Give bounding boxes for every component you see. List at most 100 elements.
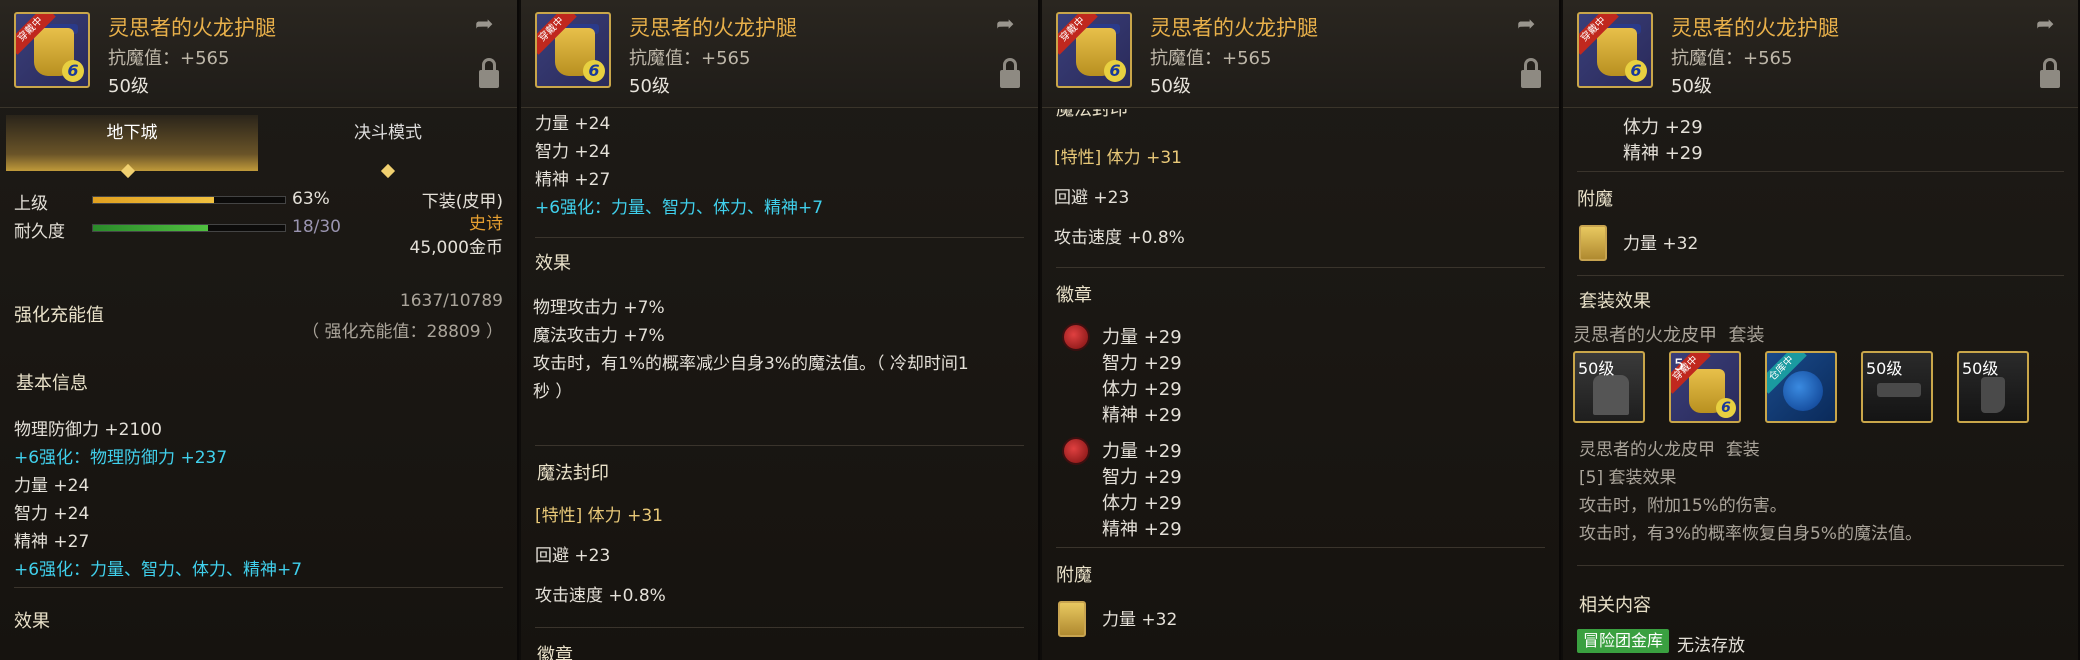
set-count: [5] 套装效果 [1579,468,1677,488]
charge-note: （ 强化充能值：28809 ） [302,322,503,342]
set-effect-line: 攻击时，附加15%的伤害。 [1579,496,1787,516]
stat-line: 力量 +24 [14,476,90,496]
tooltip-header: 穿戴中 6 灵思者的火龙护腿 抗魔值：+565 50级 ➦ [0,0,517,108]
set-name: 灵思者的火龙皮甲 套装 [1573,325,1765,346]
item-magic-resist: 抗魔值：+565 [1671,48,1793,69]
grade-label: 上级 [14,194,48,214]
effect-line: 物理攻击力 +7% [533,298,665,318]
emblem-stat: 智力 +29 [1102,467,1182,488]
stat-line: 精神 +27 [14,532,90,552]
item-name: 灵思者的火龙护腿 [1671,16,1839,40]
emblem-stat: 力量 +29 [1102,441,1182,462]
item-tooltip-panel-3: 穿戴中 6 灵思者的火龙护腿 抗魔值：+565 50级 ➦ 魔法封印 [特性] 体… [1042,0,1561,660]
emblem-stat: 体力 +29 [1102,493,1182,514]
item-level: 50级 [629,76,670,97]
tab-duel-mode[interactable]: 决斗模式 [262,115,514,171]
set-slot-legs-icon[interactable]: 穿戴中 5 6 [1669,351,1741,423]
enhance-6-icon: 6 [583,60,605,82]
divider [535,237,1024,238]
stat-line: 智力 +24 [535,142,611,162]
item-price: 45,000金币 [409,238,503,258]
tooltip-body: 魔法封印 [特性] 体力 +31 回避 +23 攻击速度 +0.8% 徽章 力量… [1042,109,1559,660]
emblem-title: 徽章 [537,645,573,660]
item-name: 灵思者的火龙护腿 [1150,16,1318,40]
effect-title: 效果 [535,253,571,274]
item-icon[interactable]: 穿戴中 6 [535,12,611,88]
adventure-vault-tag: 冒险团金库 [1577,629,1670,653]
emblem-stat: 精神 +29 [1102,519,1182,540]
divider [535,627,1024,628]
set-name: 灵思者的火龙皮甲 套装 [1579,440,1760,460]
seal-line: 攻击速度 +0.8% [535,586,666,606]
item-rarity: 史诗 [469,214,503,234]
item-icon[interactable]: 穿戴中 6 [1056,12,1132,88]
set-slot-top-icon[interactable]: 50级 [1573,351,1645,423]
lock-icon[interactable] [998,58,1022,88]
enhance-6-icon: 6 [1625,60,1647,82]
seal-line: [特性] 体力 +31 [1054,148,1182,168]
item-tooltip-panel-4: 穿戴中 6 灵思者的火龙护腿 抗魔值：+565 50级 ➦ 体力 +29 精神 +… [1563,0,2080,660]
tooltip-header: 穿戴中 6 灵思者的火龙护腿 抗魔值：+565 50级 ➦ [1042,0,1559,108]
share-icon[interactable]: ➦ [1517,14,1545,36]
effect-title: 效果 [14,611,50,632]
lock-icon[interactable] [1519,58,1543,88]
share-icon[interactable]: ➦ [996,14,1024,36]
red-emblem-icon[interactable] [1062,437,1090,465]
divider [1577,275,2064,276]
item-icon[interactable]: 穿戴中 6 [1577,12,1653,88]
item-level: 50级 [1150,76,1191,97]
enchant-card-icon[interactable] [1579,225,1607,261]
divider [535,445,1024,446]
charge-label: 强化充能值 [14,305,104,326]
effect-line: 魔法攻击力 +7% [533,326,665,346]
set-slot-belt-icon[interactable]: 50级 [1861,351,1933,423]
set-effect-line: 攻击时，有3%的概率恢复自身5%的魔法值。 [1579,524,1922,544]
emblem-title: 徽章 [1056,285,1092,306]
seal-title: 魔法封印 [1056,109,1128,120]
seal-line: 攻击速度 +0.8% [1054,228,1185,248]
item-magic-resist: 抗魔值：+565 [1150,48,1272,69]
charge-value: 1637/10789 [399,291,503,311]
stat-line: +6强化：力量、智力、体力、精神+7 [14,560,303,580]
item-magic-resist: 抗魔值：+565 [629,48,751,69]
enchant-line: 力量 +32 [1102,610,1178,630]
emblem-stat: 力量 +29 [1102,327,1182,348]
seal-line: 回避 +23 [535,546,611,566]
seal-line: 回避 +23 [1054,188,1130,208]
tooltip-body: 力量 +24 智力 +24 精神 +27 +6强化：力量、智力、体力、精神+7 … [521,109,1038,660]
divider [1056,267,1545,268]
set-effect-title: 套装效果 [1579,291,1651,312]
item-icon[interactable]: 穿戴中 6 [14,12,90,88]
share-icon[interactable]: ➦ [475,14,503,36]
divider [1577,565,2064,566]
enchant-card-icon[interactable] [1058,601,1086,637]
stat-line: 精神 +27 [535,170,611,190]
durability-label: 耐久度 [14,222,65,242]
emblem-stat: 体力 +29 [1102,379,1182,400]
item-level: 50级 [1671,76,1712,97]
tab-dungeon[interactable]: 地下城 [6,115,258,171]
set-slot-boots-icon[interactable]: 50级 [1957,351,2029,423]
grade-bar-fill [93,197,214,203]
enchant-title: 附魔 [1577,189,1613,210]
enhance-6-icon: 6 [1104,60,1126,82]
item-magic-resist: 抗魔值：+565 [108,48,230,69]
set-slots: 50级 穿戴中 5 6 仓库中 50级 50级 [1573,351,2073,427]
tooltip-body: 地下城 决斗模式 上级 63% 耐久度 18/30 下装(皮甲) 史诗 45,0… [0,109,517,660]
emblem-stat: 体力 +29 [1623,117,1703,138]
basic-info-title: 基本信息 [16,373,88,394]
red-emblem-icon[interactable] [1062,323,1090,351]
stat-line: +6强化：力量、智力、体力、精神+7 [535,198,824,218]
set-slot-shoulder-icon[interactable]: 仓库中 [1765,351,1837,423]
stat-line: +6强化：物理防御力 +237 [14,448,228,468]
share-icon[interactable]: ➦ [2036,14,2064,36]
stat-line: 智力 +24 [14,504,90,524]
lock-icon[interactable] [477,58,501,88]
divider [14,587,503,588]
emblem-stat: 精神 +29 [1102,405,1182,426]
tooltip-header: 穿戴中 6 灵思者的火龙护腿 抗魔值：+565 50级 ➦ [1563,0,2078,108]
tooltip-body: 体力 +29 精神 +29 附魔 力量 +32 套装效果 灵思者的火龙皮甲 套装… [1563,109,2078,660]
lock-icon[interactable] [2038,58,2062,88]
divider [1056,547,1545,548]
emblem-stat: 智力 +29 [1102,353,1182,374]
